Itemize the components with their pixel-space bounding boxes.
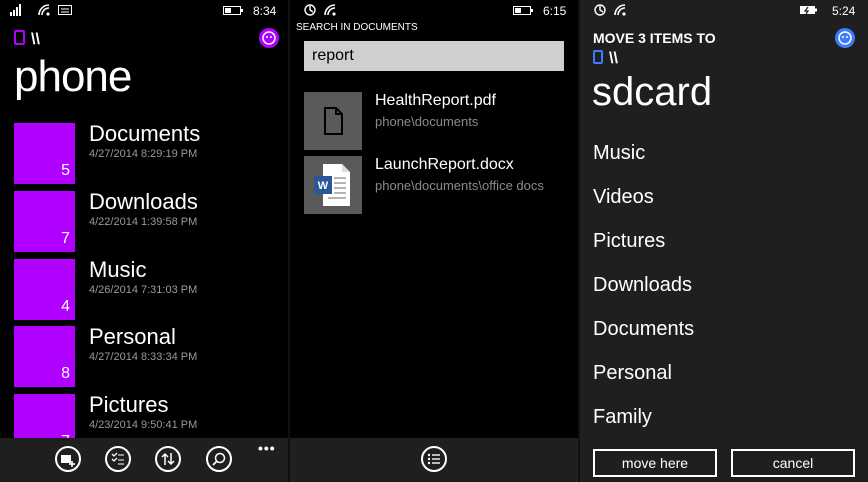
file-name: HealthReport.pdf	[375, 92, 496, 109]
destination-folder-item[interactable]: Documents	[593, 318, 694, 341]
status-bar: 6:15	[290, 0, 578, 24]
folder-item-downloads[interactable]: 7 Downloads 4/22/2014 1:39:58 PM	[14, 189, 284, 253]
smiley-icon	[838, 31, 852, 45]
folder-item-documents[interactable]: 5 Documents 4/27/2014 8:29:19 PM	[14, 121, 284, 185]
sort-icon	[161, 452, 175, 466]
search-input[interactable]: report	[304, 41, 564, 71]
folder-name: Pictures	[89, 392, 169, 417]
signal-icon	[304, 4, 316, 16]
folder-name: Documents	[89, 121, 201, 146]
item-count: 8	[61, 365, 70, 382]
item-count: 7	[61, 230, 70, 247]
wifi-icon	[614, 4, 626, 16]
destination-folder-item[interactable]: Pictures	[593, 230, 665, 253]
word-icon: W	[314, 164, 350, 206]
sort-button[interactable]	[155, 446, 181, 472]
search-screen: 6:15 SEARCH IN DOCUMENTS report HealthRe…	[290, 0, 578, 482]
move-items-screen: 5:24 MOVE 3 ITEMS TO \\ sdcard Music Vid…	[580, 0, 868, 482]
phone-storage-icon	[593, 50, 603, 64]
battery-icon	[223, 6, 243, 15]
checklist-icon	[111, 452, 124, 465]
svg-text:W: W	[318, 180, 329, 192]
folder-tile: 8	[14, 326, 75, 387]
phone-folder-screen: 8:34 \\ phone 5 Documents 4/27/2014 8:29…	[0, 0, 288, 482]
search-button[interactable]	[206, 446, 232, 472]
charging-battery-icon	[800, 6, 817, 15]
battery-icon	[513, 6, 533, 15]
folder-date: 4/23/2014 9:50:41 PM	[89, 419, 198, 431]
folder-item-music[interactable]: 4 Music 4/26/2014 7:31:03 PM	[14, 257, 284, 321]
more-menu-button[interactable]: •••	[258, 440, 276, 456]
select-button[interactable]	[105, 446, 131, 472]
clock: 6:15	[543, 4, 567, 18]
folder-name: Personal	[89, 324, 176, 349]
avatar[interactable]	[835, 28, 855, 48]
file-name: LaunchReport.docx	[375, 156, 514, 173]
page-title: phone	[14, 52, 132, 101]
folder-item-personal[interactable]: 8 Personal 4/27/2014 8:33:34 PM	[14, 324, 284, 388]
folder-tile: 5	[14, 123, 75, 184]
path-text: \\	[609, 50, 618, 67]
message-icon	[58, 5, 72, 15]
list-view-button[interactable]	[421, 446, 447, 472]
destination-folder-item[interactable]: Family	[593, 406, 652, 429]
file-thumbnail: W	[304, 156, 362, 214]
page-title: sdcard	[592, 70, 713, 114]
folder-tile: 7	[14, 191, 75, 252]
file-path: phone\documents\office docs	[375, 178, 544, 193]
cancel-button[interactable]: cancel	[731, 449, 855, 477]
new-folder-button[interactable]	[55, 446, 81, 472]
status-bar: 8:34	[0, 0, 288, 24]
breadcrumb: \\	[14, 30, 40, 49]
move-here-button[interactable]: move here	[593, 449, 717, 477]
folder-tile: 4	[14, 259, 75, 320]
breadcrumb: \\	[593, 50, 618, 68]
document-icon	[324, 107, 343, 135]
destination-folder-item[interactable]: Videos	[593, 186, 654, 209]
item-count: 5	[61, 162, 70, 179]
folder-name: Music	[89, 257, 147, 282]
smiley-icon	[262, 31, 276, 45]
folder-date: 4/27/2014 8:29:19 PM	[89, 148, 198, 160]
dialog-header: MOVE 3 ITEMS TO	[593, 30, 716, 46]
destination-folder-item[interactable]: Personal	[593, 362, 672, 385]
folder-name: Downloads	[89, 189, 198, 214]
folder-date: 4/27/2014 8:33:34 PM	[89, 351, 198, 363]
list-icon	[427, 453, 440, 465]
clock: 5:24	[832, 4, 856, 18]
folder-date: 4/26/2014 7:31:03 PM	[89, 284, 198, 296]
search-icon	[212, 452, 226, 466]
destination-folder-item[interactable]: Downloads	[593, 274, 692, 297]
clock: 8:34	[253, 4, 277, 18]
destination-folder-item[interactable]: Music	[593, 142, 645, 165]
item-count: 4	[61, 298, 70, 315]
search-label: SEARCH IN DOCUMENTS	[296, 22, 418, 33]
app-bar	[290, 438, 578, 482]
new-folder-icon	[61, 455, 75, 467]
search-result-item[interactable]: W LaunchReport.docx phone\documents\offi…	[304, 156, 574, 216]
phone-storage-icon	[14, 30, 25, 45]
search-result-item[interactable]: HealthReport.pdf phone\documents	[304, 92, 574, 152]
path-text: \\	[31, 31, 40, 48]
folder-date: 4/22/2014 1:39:58 PM	[89, 216, 198, 228]
avatar[interactable]	[259, 28, 279, 48]
app-bar: •••	[0, 438, 288, 482]
signal-icon	[10, 4, 21, 16]
file-thumbnail	[304, 92, 362, 150]
signal-icon	[594, 4, 606, 16]
wifi-icon	[324, 4, 336, 16]
wifi-icon	[38, 4, 50, 16]
status-bar: 5:24	[580, 0, 868, 24]
file-path: phone\documents	[375, 114, 479, 129]
